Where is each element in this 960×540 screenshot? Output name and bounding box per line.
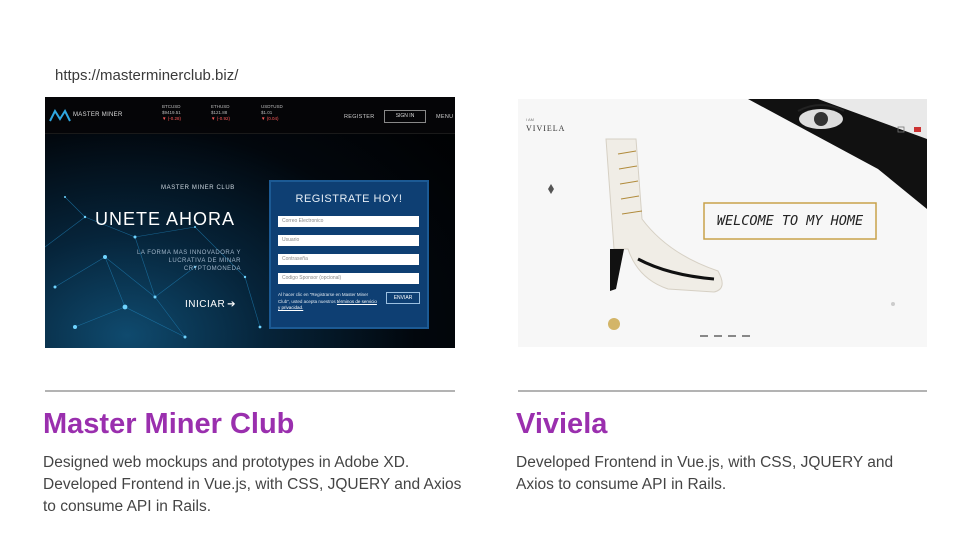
viviela-logo[interactable]: VIVIELA — [526, 124, 565, 133]
ticker-usdt: USDTUSD $1.01 ▼ (0.04) — [261, 104, 283, 121]
mm-email-field[interactable]: Correo Electronico — [278, 216, 419, 227]
mm-navbar: MASTER MINER BTCUSD $9419.51 ▼ (-0.28) E… — [45, 97, 455, 134]
project-title-viviela: Viviela — [516, 408, 608, 440]
mm-club-label: MASTER MINER CLUB — [161, 185, 235, 191]
mm-sign-in-button[interactable]: SIGN IN — [384, 110, 426, 123]
cart-icon — [914, 127, 921, 132]
mm-hero-heading: UNETE AHORA — [95, 209, 236, 229]
divider-left — [45, 390, 455, 392]
master-miner-screenshot: MASTER MINER BTCUSD $9419.51 ▼ (-0.28) E… — [45, 97, 455, 348]
arrow-right-icon: ➔ — [227, 299, 237, 310]
project-title-master-miner: Master Miner Club — [43, 408, 295, 440]
ticker-eth: ETHUSD $121.88 ▼ (-0.92) — [211, 104, 230, 121]
welcome-banner: WELCOME TO MY HOME — [716, 213, 864, 229]
mm-form-title: REGISTRATE HOY! — [295, 193, 403, 205]
mm-menu-link[interactable]: MENU — [436, 114, 453, 120]
site-url[interactable]: https://masterminerclub.biz/ — [55, 67, 238, 84]
mm-register-form: REGISTRATE HOY! Correo Electronico Usuar… — [269, 180, 429, 329]
master-miner-logo-icon — [49, 109, 71, 122]
mm-username-field[interactable]: Usuario — [278, 235, 419, 246]
viviela-logo-prefix: I AM — [526, 117, 535, 122]
mm-enviar-button[interactable]: ENVIAR — [386, 292, 420, 304]
ticker-btc: BTCUSD $9419.51 ▼ (-0.28) — [162, 104, 181, 121]
mm-password-field[interactable]: Contraseña — [278, 254, 419, 265]
mm-register-link[interactable]: REGISTER — [344, 114, 375, 120]
mm-iniciar-label: INICIAR — [185, 299, 226, 310]
project-description-viviela: Developed Frontend in Vue.js, with CSS, … — [516, 454, 894, 493]
mm-iniciar-button[interactable]: INICIAR ➔ — [185, 299, 236, 310]
mm-tagline: LA FORMA MAS INNOVADORA Y LUCRATIVA DE M… — [137, 250, 241, 272]
divider-right — [518, 390, 927, 392]
mm-sponsor-field[interactable]: Codigo Sponsor (opcional) — [278, 273, 419, 284]
mm-brand[interactable]: MASTER MINER — [73, 112, 123, 118]
mm-legal-text: Al hacer clic en "Registrarse en Master … — [278, 292, 377, 310]
viviela-screenshot: I AM VIVIELA WELCOME TO MY HOME — [518, 99, 927, 347]
project-description-master-miner: Designed web mockups and prototypes in A… — [43, 454, 462, 515]
